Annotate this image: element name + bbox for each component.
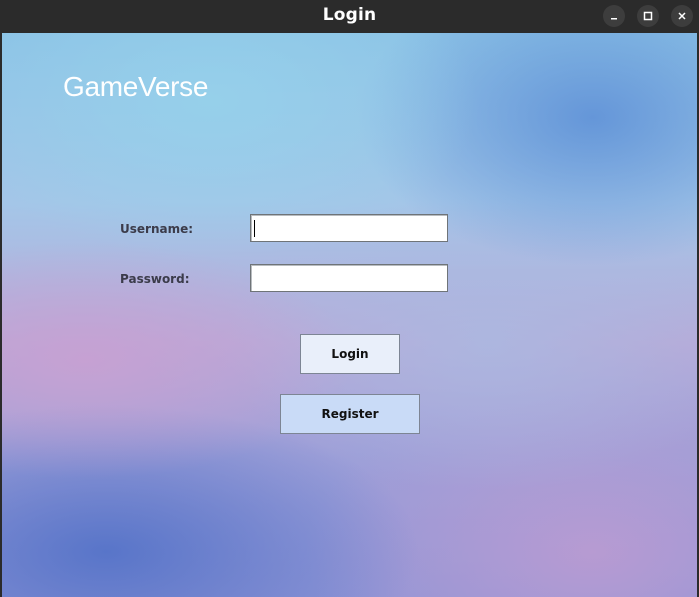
register-button[interactable]: Register	[280, 394, 420, 434]
password-input[interactable]	[250, 264, 448, 292]
window-title: Login	[322, 5, 377, 25]
password-label: Password:	[120, 272, 190, 286]
username-input[interactable]	[250, 214, 448, 242]
login-window: Login GameVerse Username: Password: Logi…	[0, 0, 699, 597]
login-button[interactable]: Login	[300, 334, 400, 374]
close-button[interactable]	[671, 5, 693, 27]
brand-logo: GameVerse	[63, 71, 209, 102]
minimize-icon	[611, 18, 617, 20]
text-caret	[254, 220, 255, 237]
maximize-button[interactable]	[637, 5, 659, 27]
login-panel: GameVerse Username: Password: Login Regi…	[2, 33, 697, 597]
close-icon	[678, 12, 686, 20]
maximize-icon	[643, 11, 653, 21]
username-label: Username:	[120, 222, 194, 236]
minimize-button[interactable]	[603, 5, 625, 27]
title-bar[interactable]: Login	[0, 0, 699, 33]
